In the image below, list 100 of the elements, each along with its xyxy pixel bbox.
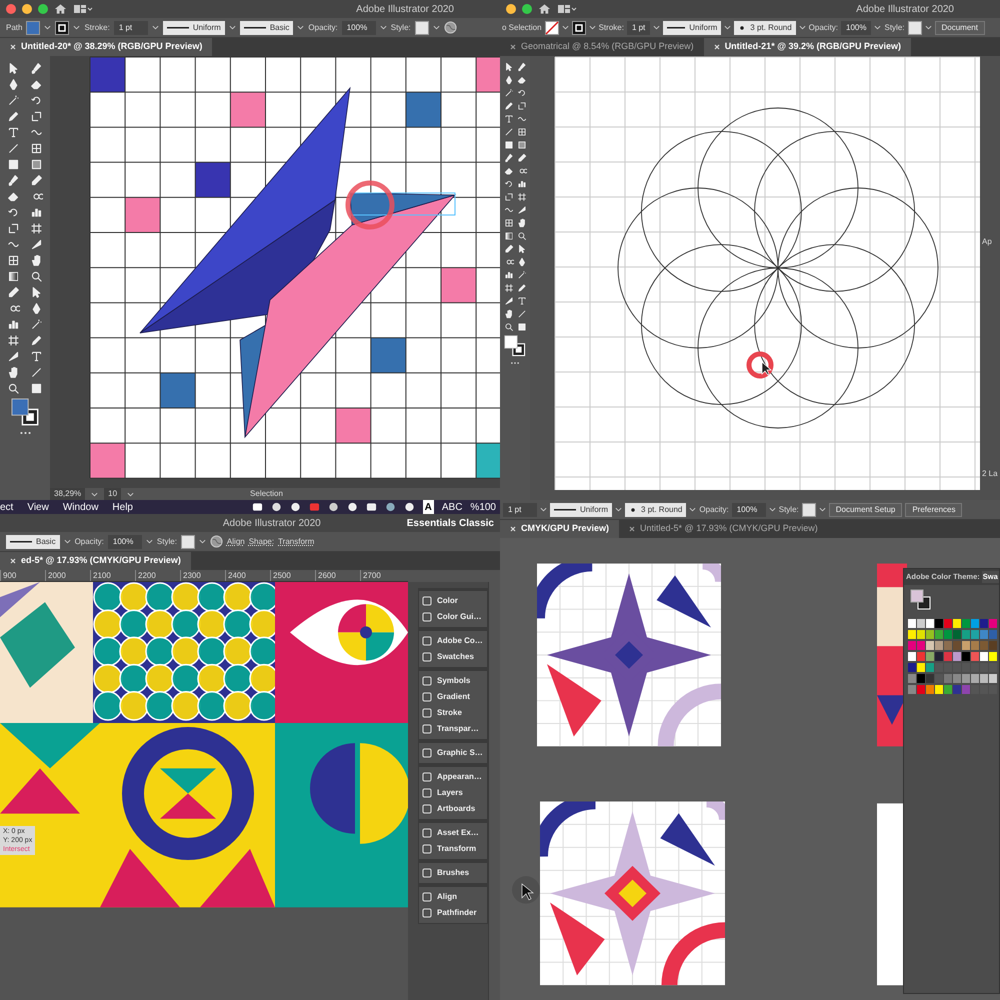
zoom-icon[interactable] — [516, 231, 526, 241]
globe-icon[interactable] — [210, 535, 223, 548]
graph-icon[interactable] — [30, 206, 43, 219]
type-icon[interactable] — [7, 126, 20, 139]
panel-link[interactable]: Transform — [278, 536, 314, 548]
menu-item[interactable]: ect — [0, 500, 14, 514]
panel-icon[interactable] — [422, 748, 432, 758]
panel-tab[interactable]: Brushes — [419, 865, 487, 881]
workspace-icon[interactable] — [73, 4, 93, 14]
line-icon[interactable] — [516, 309, 526, 319]
value-field[interactable]: 100% — [841, 20, 872, 34]
chevron-icon[interactable] — [588, 25, 596, 30]
panel-tab[interactable]: Adobe Co… — [419, 633, 487, 649]
window-control-button[interactable] — [22, 4, 32, 14]
panel-tab[interactable]: Transpar… — [419, 721, 487, 737]
toolbar-button[interactable]: Preferences — [905, 502, 962, 516]
status-text[interactable]: ABC — [442, 500, 462, 514]
status-icon[interactable] — [328, 502, 339, 512]
rotate-icon[interactable] — [504, 179, 514, 189]
zoom-field[interactable]: 38,29% — [50, 488, 86, 500]
toolbar-button[interactable]: Document — [934, 20, 985, 34]
document-tab[interactable]: Untitled-21* @ 39.2% (RGB/GPU Preview) — [704, 38, 912, 56]
stroke-profile-dropdown[interactable]: Basic — [6, 534, 60, 548]
zoom-icon[interactable] — [30, 270, 43, 283]
document-tab[interactable]: Untitled-20* @ 38.29% (RGB/GPU Preview) — [0, 38, 212, 56]
gradient-icon[interactable] — [30, 158, 43, 171]
line-icon[interactable] — [504, 127, 514, 137]
document-tab[interactable]: Untitled-5* @ 17.93% (CMYK/GPU Preview) — [619, 520, 828, 538]
wand-icon[interactable] — [516, 270, 526, 280]
chevron-icon[interactable] — [44, 25, 52, 30]
eyedropper-icon[interactable] — [30, 174, 43, 187]
stroke-swatch-icon[interactable] — [572, 20, 586, 34]
value-field[interactable]: 100% — [342, 20, 376, 34]
line-icon[interactable] — [7, 142, 20, 155]
chevron-icon[interactable] — [818, 507, 826, 512]
artboard-icon[interactable] — [7, 334, 20, 347]
fill-stroke-icon[interactable] — [504, 335, 526, 357]
type-icon[interactable] — [30, 350, 43, 363]
line-icon[interactable] — [30, 366, 43, 379]
chevron-icon[interactable] — [724, 25, 732, 30]
menu-item[interactable]: View — [27, 500, 49, 514]
style-swatch[interactable] — [802, 502, 816, 516]
eyedropper-icon[interactable] — [504, 244, 514, 254]
globe-icon[interactable] — [444, 21, 457, 34]
chevron-icon[interactable] — [152, 25, 159, 30]
stroke-profile-dropdown[interactable]: Basic — [240, 20, 294, 34]
square-icon[interactable] — [7, 158, 20, 171]
artboard-icon[interactable] — [516, 192, 526, 202]
warp-icon[interactable] — [504, 205, 514, 215]
status-icon[interactable] — [404, 502, 415, 512]
brush-dropdown[interactable]: 3 pt. Round — [625, 502, 686, 516]
status-icon[interactable] — [366, 502, 377, 512]
stroke-swatch-icon[interactable] — [55, 20, 70, 34]
no-fill-swatch-icon[interactable] — [544, 20, 559, 34]
artboard-icon[interactable] — [30, 222, 43, 235]
hand-icon[interactable] — [516, 218, 526, 228]
chevron-icon[interactable] — [874, 25, 882, 30]
mesh-icon[interactable] — [7, 254, 20, 267]
document-tab[interactable]: Geomatrical @ 8.54% (RGB/GPU Preview) — [500, 38, 704, 56]
panel-tab[interactable]: Transform — [419, 841, 487, 857]
arrow-icon[interactable] — [504, 62, 514, 72]
toolbar-button[interactable]: Document Setup — [828, 502, 902, 516]
type-icon[interactable] — [504, 114, 514, 124]
panel-tab[interactable]: Swatches — [419, 649, 487, 665]
rotate-icon[interactable] — [516, 88, 526, 98]
workspace-icon[interactable] — [557, 4, 577, 14]
value-field[interactable]: 1 pt — [114, 20, 148, 34]
stroke-profile-dropdown[interactable]: Uniform — [162, 20, 225, 34]
rotate-icon[interactable] — [7, 206, 20, 219]
zoom-icon[interactable] — [7, 382, 20, 395]
workspace-switcher[interactable]: Essentials Classic — [406, 516, 494, 530]
window-control-button[interactable] — [522, 4, 532, 14]
stroke-profile-dropdown[interactable]: Uniform — [550, 502, 612, 516]
status-text[interactable]: A — [422, 500, 434, 514]
slice-icon[interactable] — [7, 350, 20, 363]
window-control-button[interactable] — [506, 4, 516, 14]
mesh-icon[interactable] — [30, 142, 43, 155]
hand-icon[interactable] — [30, 254, 43, 267]
chevron-icon[interactable] — [432, 25, 440, 30]
status-icon[interactable] — [252, 502, 263, 512]
slice-icon[interactable] — [30, 238, 43, 251]
stroke-profile-dropdown[interactable]: Uniform — [663, 20, 722, 34]
window-control-button[interactable] — [6, 4, 16, 14]
wand-icon[interactable] — [30, 318, 43, 331]
type-icon[interactable] — [516, 296, 526, 306]
panel-link[interactable]: Shape: — [248, 536, 274, 548]
chevron-icon[interactable] — [198, 539, 206, 544]
chevron-icon[interactable] — [615, 507, 622, 512]
chevron-icon[interactable] — [689, 507, 696, 512]
fill-stroke-icon[interactable] — [10, 398, 40, 427]
pencil-icon[interactable] — [516, 283, 526, 293]
panel-tab[interactable]: Layers — [419, 785, 487, 801]
graph-icon[interactable] — [7, 318, 20, 331]
close-icon[interactable] — [629, 526, 636, 532]
panel-tab[interactable]: Asset Ex… — [419, 825, 487, 841]
pencil-icon[interactable] — [504, 101, 514, 111]
panel-tab[interactable]: Gradient — [419, 689, 487, 705]
brush-icon[interactable] — [504, 153, 514, 163]
panel-tab[interactable]: Color Gui… — [419, 609, 487, 625]
gradient-icon[interactable] — [504, 231, 514, 241]
